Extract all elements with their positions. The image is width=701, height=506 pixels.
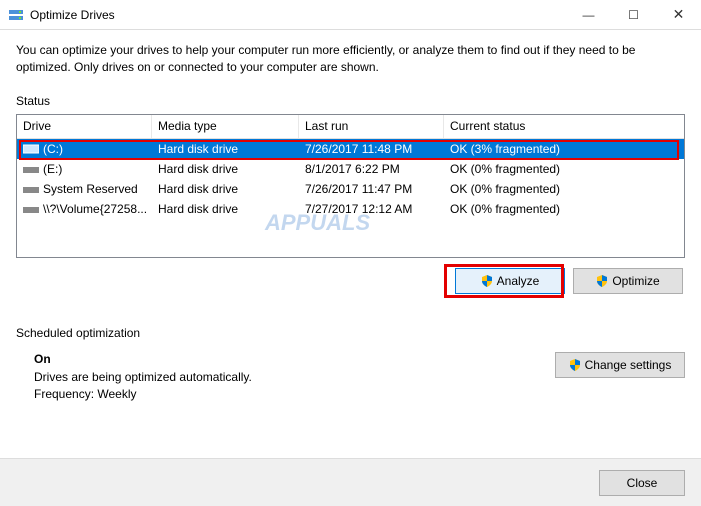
change-settings-button[interactable]: Change settings (555, 352, 685, 378)
media-type: Hard disk drive (152, 142, 299, 156)
drive-name: (E:) (43, 162, 62, 176)
shield-icon (481, 275, 493, 287)
app-icon (8, 7, 24, 23)
media-type: Hard disk drive (152, 202, 299, 216)
maximize-button[interactable]: ☐ (611, 0, 656, 29)
last-run: 8/1/2017 6:22 PM (299, 162, 444, 176)
drive-icon (23, 143, 39, 155)
current-status: OK (3% fragmented) (444, 142, 684, 156)
status-label: Status (16, 94, 685, 108)
drive-table: Drive Media type Last run Current status… (16, 114, 685, 258)
media-type: Hard disk drive (152, 182, 299, 196)
footer: Close (0, 458, 701, 506)
current-status: OK (0% fragmented) (444, 162, 684, 176)
current-status: OK (0% fragmented) (444, 202, 684, 216)
table-row[interactable]: \\?\Volume{27258... Hard disk drive 7/27… (17, 199, 684, 219)
col-drive[interactable]: Drive (17, 115, 152, 138)
media-type: Hard disk drive (152, 162, 299, 176)
drive-name: (C:) (43, 142, 63, 156)
col-last[interactable]: Last run (299, 115, 444, 138)
drive-name: System Reserved (43, 182, 138, 196)
analyze-button[interactable]: Analyze (455, 268, 565, 294)
drive-icon (23, 163, 39, 175)
last-run: 7/26/2017 11:47 PM (299, 182, 444, 196)
drive-name: \\?\Volume{27258... (43, 202, 147, 216)
col-status[interactable]: Current status (444, 115, 684, 138)
table-header: Drive Media type Last run Current status (17, 115, 684, 139)
close-button[interactable]: ✕ (656, 0, 701, 29)
drive-icon (23, 203, 39, 215)
last-run: 7/26/2017 11:48 PM (299, 142, 444, 156)
last-run: 7/27/2017 12:12 AM (299, 202, 444, 216)
sched-label: Scheduled optimization (16, 326, 685, 340)
shield-icon (596, 275, 608, 287)
drive-icon (23, 183, 39, 195)
sched-freq: Frequency: Weekly (34, 387, 555, 401)
sched-desc: Drives are being optimized automatically… (34, 370, 555, 384)
table-row[interactable]: (C:) Hard disk drive 7/26/2017 11:48 PM … (17, 139, 684, 159)
intro-text: You can optimize your drives to help you… (16, 42, 685, 76)
minimize-button[interactable]: — (566, 0, 611, 29)
table-row[interactable]: System Reserved Hard disk drive 7/26/201… (17, 179, 684, 199)
optimize-button[interactable]: Optimize (573, 268, 683, 294)
window-title: Optimize Drives (30, 8, 566, 22)
title-bar: Optimize Drives — ☐ ✕ (0, 0, 701, 30)
current-status: OK (0% fragmented) (444, 182, 684, 196)
table-row[interactable]: (E:) Hard disk drive 8/1/2017 6:22 PM OK… (17, 159, 684, 179)
sched-state: On (34, 352, 555, 366)
close-dialog-button[interactable]: Close (599, 470, 685, 496)
shield-icon (569, 359, 581, 371)
col-media[interactable]: Media type (152, 115, 299, 138)
